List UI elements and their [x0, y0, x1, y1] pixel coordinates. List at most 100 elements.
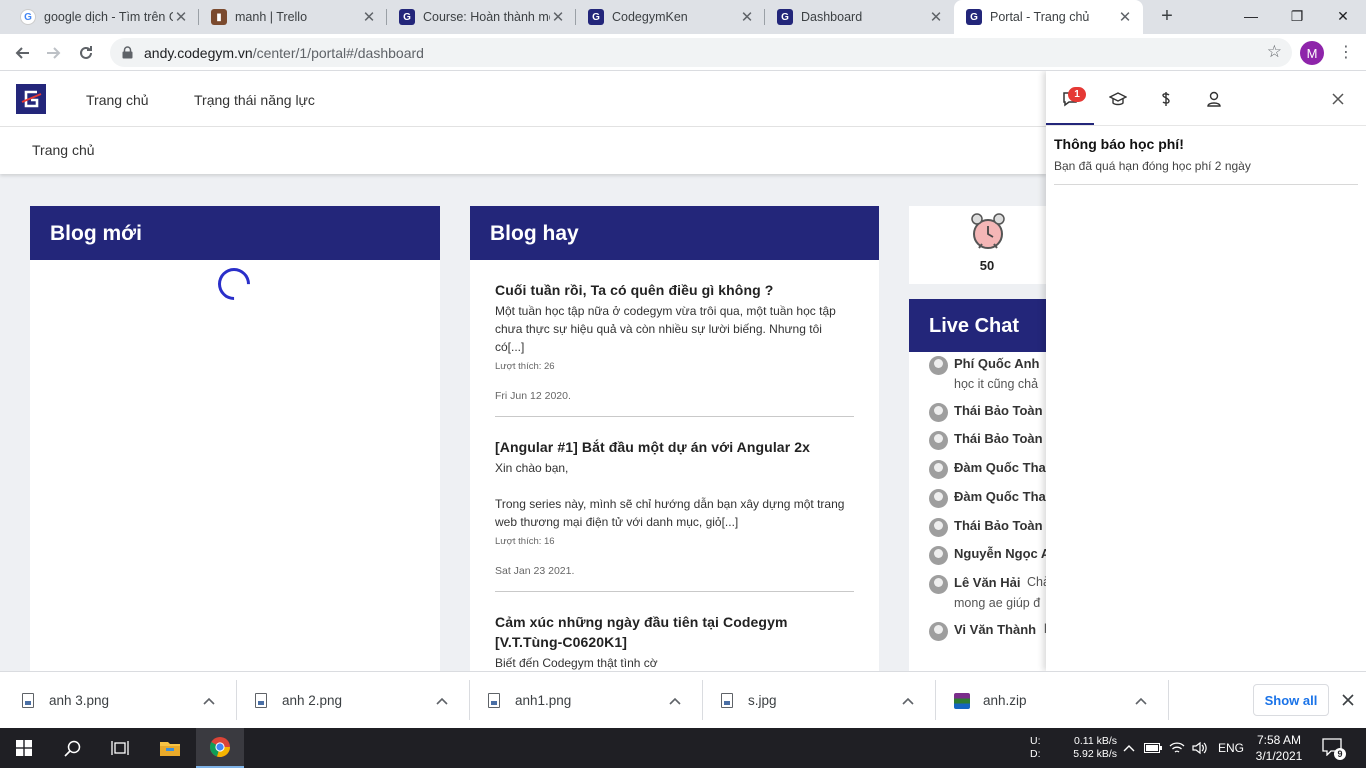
browser-tab[interactable]: G Dashboard ✕ — [765, 0, 954, 34]
nav-competency-status[interactable]: Trạng thái năng lực — [194, 92, 315, 108]
notification-badge: 1 — [1068, 87, 1086, 102]
avatar — [929, 489, 948, 508]
chrome-taskbar-icon[interactable] — [196, 728, 244, 768]
new-tab-button[interactable]: + — [1155, 5, 1179, 29]
site-header: Trang chủ Trạng thái năng lực — [0, 71, 1046, 127]
back-arrow-icon[interactable] — [9, 40, 35, 66]
window-close-icon[interactable]: ✕ — [1320, 0, 1366, 32]
chat-sender: Thái Bảo Toàn — [954, 431, 1043, 446]
loading-spinner — [211, 261, 257, 307]
reload-icon[interactable] — [73, 40, 99, 66]
post-title[interactable]: Cuối tuần rồi, Ta có quên điều gì không … — [495, 280, 854, 300]
post-date: Sat Jan 23 2021. — [495, 565, 575, 577]
volume-icon[interactable] — [1191, 739, 1209, 757]
maximize-icon[interactable]: ❐ — [1274, 0, 1320, 32]
chat-sender: Nguyễn Ngọc Anh — [954, 546, 1046, 561]
chat-sender: Phí Quốc Anh — [954, 356, 1040, 371]
search-icon[interactable] — [48, 728, 96, 768]
browser-toolbar: andy.codegym.vn/center/1/portal#/dashboa… — [0, 34, 1366, 71]
chevron-up-icon[interactable] — [900, 693, 916, 709]
avatar — [929, 622, 948, 641]
notification-panel: 1 Thông báo học phí! Bạn đã quá hạn đóng… — [1046, 71, 1366, 671]
post-excerpt: Một tuần học tập nữa ở codegym vừa trôi … — [495, 304, 836, 354]
download-item[interactable]: anh.zip — [932, 672, 1165, 729]
close-tab-icon[interactable]: ✕ — [361, 8, 377, 26]
show-all-downloads-button[interactable]: Show all — [1253, 684, 1329, 716]
chevron-up-icon[interactable] — [434, 693, 450, 709]
profile-avatar[interactable]: M — [1300, 41, 1324, 65]
breadcrumb: Trang chủ — [0, 127, 1046, 174]
download-item[interactable]: anh 2.png — [233, 672, 466, 729]
browser-tab[interactable]: G Course: Hoàn thành mô-đun ✕ — [387, 0, 576, 34]
close-tab-icon[interactable]: ✕ — [739, 8, 755, 26]
chevron-up-icon[interactable] — [667, 693, 683, 709]
browser-tab-active[interactable]: G Portal - Trang chủ ✕ — [954, 0, 1143, 34]
alarm-widget: 50 — [909, 206, 1046, 284]
avatar — [929, 403, 948, 422]
download-item[interactable]: anh1.png — [466, 672, 699, 729]
bookmark-star-icon[interactable]: ☆ — [1267, 42, 1282, 62]
chat-sender: Thái Bảo Toàn — [954, 518, 1043, 533]
chat-sender: Thái Bảo Toàn — [954, 403, 1043, 418]
browser-tab[interactable]: ▮ manh | Trello ✕ — [199, 0, 387, 34]
wifi-icon[interactable] — [1168, 739, 1186, 757]
close-tab-icon[interactable]: ✕ — [1117, 8, 1133, 26]
avatar — [929, 431, 948, 450]
alarm-value: 50 — [979, 258, 995, 273]
blog-post[interactable]: [Angular #1] Bắt đầu một dự án với Angul… — [495, 417, 854, 592]
dollar-icon[interactable] — [1154, 87, 1178, 111]
post-excerpt: Xin chào bạn, Trong series này, mình sẽ … — [495, 461, 845, 529]
close-tab-icon[interactable]: ✕ — [550, 8, 566, 26]
image-file-icon — [721, 693, 733, 708]
breadcrumb-home[interactable]: Trang chủ — [32, 142, 95, 158]
post-title[interactable]: [Angular #1] Bắt đầu một dự án với Angul… — [495, 437, 854, 457]
codegym-icon: G — [777, 9, 793, 25]
file-explorer-icon[interactable] — [146, 728, 194, 768]
chevron-up-icon[interactable] — [1133, 693, 1149, 709]
download-item[interactable]: s.jpg — [699, 672, 932, 729]
nav-home[interactable]: Trang chủ — [86, 92, 149, 108]
close-tab-icon[interactable]: ✕ — [173, 8, 189, 26]
graduation-cap-icon[interactable] — [1106, 87, 1130, 111]
archive-file-icon — [954, 692, 970, 709]
blog-new-card: Blog mới — [30, 206, 440, 671]
lock-icon — [120, 46, 134, 60]
close-panel-icon[interactable] — [1330, 91, 1346, 107]
minimize-icon[interactable]: ― — [1228, 0, 1274, 32]
browser-tab[interactable]: G google dịch - Tìm trên Google ✕ — [8, 0, 199, 34]
forward-arrow-icon[interactable] — [41, 40, 67, 66]
close-downloads-icon[interactable] — [1339, 691, 1357, 709]
avatar — [929, 518, 948, 537]
blog-post[interactable]: Cảm xúc những ngày đầu tiên tại Codegym … — [495, 592, 854, 671]
task-view-icon[interactable] — [96, 728, 144, 768]
browser-tab-strip: G google dịch - Tìm trên Google ✕ ▮ manh… — [0, 0, 1366, 34]
notification-title[interactable]: Thông báo học phí! — [1054, 136, 1184, 152]
windows-start-icon[interactable] — [0, 728, 48, 768]
post-likes: Lượt thích: 26 — [495, 361, 555, 372]
blog-hot-card: Blog hay Cuối tuần rồi, Ta có quên điều … — [470, 206, 879, 671]
avatar — [929, 356, 948, 375]
chat-sender: Vi Văn Thành — [954, 622, 1037, 637]
chevron-up-icon[interactable] — [1120, 739, 1138, 757]
action-center-icon[interactable]: 9 — [1322, 738, 1346, 760]
codegym-logo[interactable] — [16, 84, 46, 114]
browser-tab[interactable]: G CodegymKen ✕ — [576, 0, 765, 34]
codegym-icon: G — [588, 9, 604, 25]
close-tab-icon[interactable]: ✕ — [928, 8, 944, 26]
blog-hot-title: Blog hay — [470, 206, 879, 260]
chevron-up-icon[interactable] — [201, 693, 217, 709]
image-file-icon — [22, 693, 34, 708]
blog-post[interactable]: Cuối tuần rồi, Ta có quên điều gì không … — [495, 260, 854, 417]
codegym-icon: G — [966, 9, 982, 25]
post-title[interactable]: Cảm xúc những ngày đầu tiên tại Codegym … — [495, 612, 854, 652]
user-icon[interactable] — [1202, 87, 1226, 111]
address-bar[interactable]: andy.codegym.vn/center/1/portal#/dashboa… — [110, 38, 1292, 67]
download-item[interactable]: anh 3.png — [0, 672, 233, 729]
windows-taskbar: U: D: 0.11 kB/s 5.92 kB/s ENG 7:58 AM 3/… — [0, 728, 1366, 768]
input-language[interactable]: ENG — [1218, 741, 1244, 755]
chrome-menu-icon[interactable]: ⋮ — [1338, 42, 1354, 62]
chat-text: học it cũng chả — [954, 377, 1039, 391]
system-clock[interactable]: 7:58 AM 3/1/2021 — [1254, 732, 1304, 764]
battery-icon[interactable] — [1144, 739, 1162, 757]
trello-icon: ▮ — [211, 9, 227, 25]
